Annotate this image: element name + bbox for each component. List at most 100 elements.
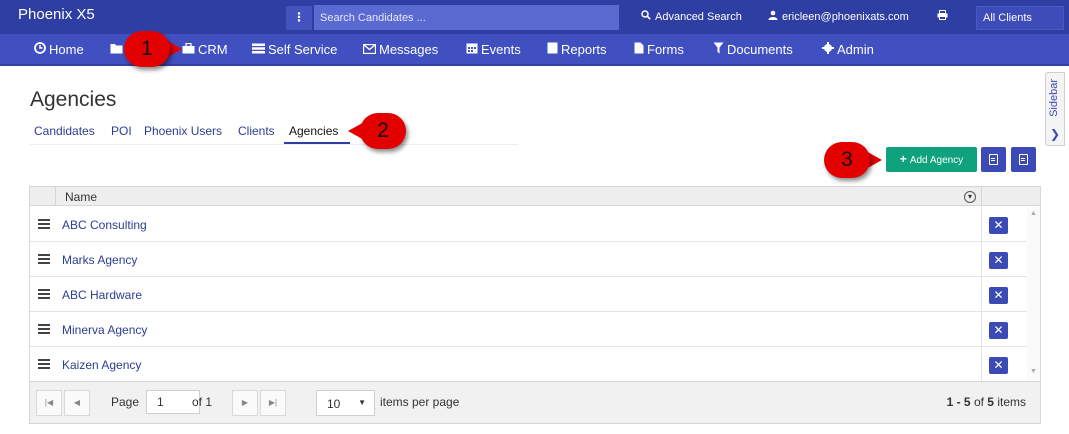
- agencies-grid: Name ▾ ABC Consulting ✕ Marks Agency ✕ A…: [29, 186, 1041, 424]
- subnav-divider: [30, 144, 518, 145]
- page-size-value: 10: [327, 397, 341, 411]
- user-email: ericleen@phoenixats.com: [782, 11, 909, 23]
- menu-crm[interactable]: CRM: [182, 42, 228, 57]
- search-input[interactable]: [314, 5, 619, 30]
- search-menu-button[interactable]: ⋮: [286, 6, 312, 30]
- page-count-label: of 1: [192, 395, 213, 409]
- next-page-button[interactable]: ▶: [232, 390, 258, 416]
- pager-range: 1 - 5: [946, 395, 971, 409]
- table-row[interactable]: ABC Consulting ✕: [30, 207, 1027, 242]
- top-bar: Phoenix X5 ⋮ Advanced Search ericleen@ph…: [0, 0, 1069, 34]
- drag-handle-icon[interactable]: [38, 254, 50, 264]
- pager-of-text: of: [970, 395, 988, 409]
- filter-icon[interactable]: ▾: [964, 191, 976, 203]
- grid-scrollbar[interactable]: ▲ ▼: [1027, 207, 1040, 381]
- list-icon: [252, 43, 265, 57]
- menu-crm-label: CRM: [198, 42, 228, 57]
- delete-button[interactable]: ✕: [989, 287, 1008, 304]
- page-label: Page: [111, 395, 140, 409]
- delete-button[interactable]: ✕: [989, 357, 1008, 374]
- table-row[interactable]: Marks Agency ✕: [30, 242, 1027, 277]
- scroll-down-arrow-icon[interactable]: ▼: [1030, 368, 1037, 375]
- menu-events[interactable]: Events: [466, 42, 521, 57]
- folder-icon: [110, 43, 123, 57]
- file-icon: [634, 42, 644, 57]
- column-header-name[interactable]: Name: [65, 190, 97, 204]
- advanced-search-link[interactable]: Advanced Search: [641, 10, 742, 23]
- table-row[interactable]: Kaizen Agency ✕: [30, 347, 1027, 382]
- menu-forms[interactable]: Forms: [634, 42, 684, 57]
- agency-name-link[interactable]: Kaizen Agency: [62, 358, 141, 372]
- pager-total: 5: [987, 395, 994, 409]
- drag-handle-icon[interactable]: [38, 289, 50, 299]
- add-agency-label: Add Agency: [909, 155, 964, 166]
- user-icon: [768, 10, 778, 23]
- client-filter-select[interactable]: All Clients: [976, 6, 1064, 30]
- drag-handle-icon[interactable]: [38, 359, 50, 369]
- agency-name-link[interactable]: ABC Consulting: [62, 218, 147, 232]
- agency-name-link[interactable]: Minerva Agency: [62, 323, 147, 337]
- advanced-search-label: Advanced Search: [655, 11, 742, 23]
- delete-button[interactable]: ✕: [989, 322, 1008, 339]
- grid-pager: |◀ ◀ Page of 1 ▶ ▶| 10 ▼ items per page …: [30, 381, 1040, 423]
- plus-icon: +: [899, 152, 907, 166]
- delete-button[interactable]: ✕: [989, 217, 1008, 234]
- envelope-icon: [362, 43, 377, 57]
- menu-events-label: Events: [481, 42, 521, 57]
- agency-name-link[interactable]: ABC Hardware: [62, 288, 142, 302]
- report-icon: [547, 42, 558, 57]
- pdf-file-icon: [1019, 153, 1028, 165]
- menu-forms-label: Forms: [647, 42, 684, 57]
- action-column-header: [981, 187, 982, 206]
- pager-items-label: items: [993, 395, 1026, 409]
- clock-icon: [34, 42, 46, 57]
- menu-admin[interactable]: Admin: [822, 42, 874, 57]
- tab-poi[interactable]: POI: [111, 124, 132, 138]
- user-menu[interactable]: ericleen@phoenixats.com: [768, 10, 909, 23]
- print-icon[interactable]: [937, 10, 948, 23]
- grid-header: Name ▾: [30, 187, 1040, 206]
- tab-candidates[interactable]: Candidates: [34, 124, 95, 138]
- tab-agencies[interactable]: Agencies: [289, 124, 338, 138]
- calendar-icon: [466, 42, 478, 57]
- add-agency-button[interactable]: + Add Agency: [886, 147, 977, 172]
- page-size-select[interactable]: 10 ▼: [316, 390, 375, 416]
- menu-documents[interactable]: Documents: [713, 42, 793, 57]
- excel-file-icon: [989, 153, 998, 165]
- delete-button[interactable]: ✕: [989, 252, 1008, 269]
- menu-messages-label: Messages: [379, 42, 439, 57]
- export-excel-button[interactable]: [981, 147, 1006, 172]
- menu-documents-label: Documents: [727, 42, 793, 57]
- menu-messages[interactable]: Messages: [362, 42, 439, 57]
- pager-summary: 1 - 5 of 5 items: [947, 395, 1026, 409]
- callout-number: 1: [124, 31, 170, 67]
- menu-home-label: Home: [49, 42, 84, 57]
- app-title[interactable]: Phoenix X5: [18, 6, 95, 23]
- menu-self-service-label: Self Service: [268, 42, 338, 57]
- first-page-button[interactable]: |◀: [36, 390, 62, 416]
- funnel-icon: [713, 42, 724, 57]
- scroll-up-arrow-icon[interactable]: ▲: [1030, 210, 1037, 217]
- previous-page-button[interactable]: ◀: [64, 390, 90, 416]
- tab-phoenix-users[interactable]: Phoenix Users: [144, 124, 222, 138]
- caret-down-icon: ▼: [358, 398, 366, 407]
- search-icon: [641, 10, 651, 23]
- menu-home[interactable]: Home: [34, 42, 84, 57]
- gear-icon: [822, 42, 834, 57]
- drag-handle-icon[interactable]: [38, 219, 50, 229]
- briefcase-icon: [182, 42, 195, 57]
- sidebar-label: Sidebar: [1048, 79, 1060, 117]
- menu-self-service[interactable]: Self Service: [252, 42, 337, 57]
- chevron-right-icon: ❯: [1050, 127, 1061, 141]
- table-row[interactable]: Minerva Agency ✕: [30, 312, 1027, 347]
- last-page-button[interactable]: ▶|: [260, 390, 286, 416]
- menu-reports[interactable]: Reports: [547, 42, 607, 57]
- export-pdf-button[interactable]: [1011, 147, 1036, 172]
- tab-clients[interactable]: Clients: [238, 124, 275, 138]
- sidebar-toggle[interactable]: Sidebar ❯: [1045, 72, 1065, 146]
- table-row[interactable]: ABC Hardware ✕: [30, 277, 1027, 312]
- items-per-page-label: items per page: [380, 395, 460, 409]
- drag-handle-icon[interactable]: [38, 324, 50, 334]
- agency-name-link[interactable]: Marks Agency: [62, 253, 137, 267]
- active-tab-indicator: [284, 142, 350, 144]
